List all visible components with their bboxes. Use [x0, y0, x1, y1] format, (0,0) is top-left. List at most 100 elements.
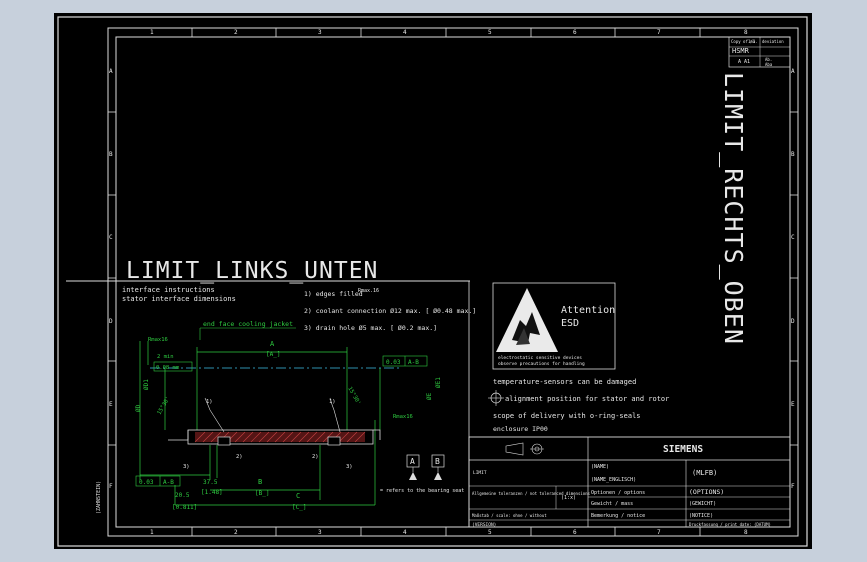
dim-148: [1.48] [201, 489, 223, 496]
dim-phi-E: ØE [426, 392, 433, 400]
col-label: 6 [573, 529, 577, 536]
row-label: A [109, 68, 113, 75]
col-label: 1 [150, 29, 154, 36]
dim-tol-008: 0.08 mm [156, 365, 180, 371]
dim-A: A [270, 340, 275, 348]
temperature-sensors-note: temperature-sensors can be damaged [493, 378, 636, 386]
limit-links-unten-label: LIMIT_LINKS_UNTEN [126, 258, 378, 284]
col-label: 5 [488, 29, 492, 36]
note-3: 3) drain hole Ø5 max. [ Ø0.2 max.] [304, 324, 437, 332]
tb-weight-label: Gewicht / mass [591, 501, 633, 507]
rev-cell: A A1 [738, 59, 750, 65]
cad-viewport[interactable]: 1 2 3 4 5 6 7 8 1 2 3 4 5 6 7 8 A B C D … [54, 13, 812, 549]
note-1-dim: Rmax.16 [358, 288, 379, 294]
row-label: D [109, 318, 113, 325]
limit-rechts-oben-label: LIMIT_RECHTS_OBEN [719, 72, 748, 345]
dim-B: B [258, 478, 262, 486]
col-label: 8 [744, 529, 748, 536]
col-label: 5 [488, 529, 492, 536]
tb-options-label: Optionen / options [591, 490, 645, 496]
dim-2min: 2 min [157, 354, 174, 360]
row-label: C [791, 234, 795, 241]
dim-angle-right: 15°30' [346, 386, 361, 406]
row-label: E [791, 401, 795, 408]
col-label: 3 [318, 29, 322, 36]
row-label: D [791, 318, 795, 325]
dim-note-3-left: 3) [183, 464, 190, 470]
row-label: B [791, 151, 795, 158]
col-label: 7 [657, 529, 661, 536]
dim-note-3-right: 3) [346, 464, 353, 470]
alignment-icon [488, 390, 504, 406]
datum-symbols: A B = refers to the bearing seat [380, 454, 464, 494]
rev-cell: HSMR [732, 47, 750, 55]
siemens-logo: SIEMENS [663, 444, 703, 455]
alignment-note: alignment position for stator and rotor [505, 395, 669, 403]
esd-small-1: electrostatic sensitive devices [498, 355, 582, 361]
row-label: B [109, 151, 113, 158]
row-label: F [791, 483, 795, 490]
cooling-jacket-section [168, 397, 381, 446]
dim-phi-D: ØD [135, 404, 142, 412]
stator-interface-dimensions: stator interface dimensions [122, 295, 236, 303]
interface-instructions: interface instructions [122, 286, 215, 294]
right-row-labels: A B C D E F [791, 68, 795, 490]
dim-375: 37.5 [203, 479, 218, 486]
left-margin-label: (ZAHNSTEIN) [96, 481, 102, 514]
col-label: 1 [150, 529, 154, 536]
dim-note-1-right: 1) [329, 399, 336, 405]
note-1: 1) edges filled [304, 290, 363, 298]
tb-weight: (GEWICHT) [689, 501, 716, 507]
dim-205: 20.5 [175, 492, 190, 499]
dim-angle-left: 15°30' [157, 396, 172, 416]
title-block: SIEMENS LIMIT (NAME) (NAME_ENGLISCH) (ML… [468, 436, 791, 528]
dim-ref-AB: A-B [408, 359, 419, 366]
tb-limit: LIMIT [473, 470, 487, 476]
dim-C-bracket: [C_] [292, 504, 306, 511]
dim-note-2-right: 2) [312, 454, 319, 460]
rev-cell: deviation [762, 39, 784, 44]
tb-print-date: Druckfassung / print date: (DATUM) [689, 522, 771, 527]
dim-phi-D1: ØD1 [143, 379, 150, 390]
dim-rmax16-top: Rmax16 [148, 337, 168, 343]
dim-rmax16-right: Rmax16 [393, 414, 413, 420]
tb-remarks: (NOTICE) [689, 513, 713, 519]
row-label: A [791, 68, 795, 75]
bottom-column-labels: 1 2 3 4 5 6 7 8 [150, 529, 748, 536]
row-label: E [109, 401, 113, 408]
scope-note: scope of delivery with o-ring-seals [493, 412, 641, 420]
datum-A: A [410, 457, 415, 466]
tb-remarks-label: Bemerkung / notice [591, 513, 645, 519]
col-label: 2 [234, 29, 238, 36]
tb-version: (VERSION) [472, 522, 496, 528]
rev-cell: Aba [765, 62, 773, 67]
tb-mlfb: (MLFB) [692, 469, 717, 477]
tb-iso-ref: (1:x) [561, 495, 576, 501]
drawing-canvas: 1 2 3 4 5 6 7 8 1 2 3 4 5 6 7 8 A B C D … [57, 16, 808, 547]
tb-scale: Maßstab / scale: ohne / without [472, 513, 547, 518]
dim-tol-003: 0.03 [386, 359, 401, 366]
row-label: C [109, 234, 113, 241]
refers-bearing-seat: = refers to the bearing seat [380, 488, 464, 494]
dim-0811: [0.811] [172, 504, 197, 511]
esd-small-2: observe precautions for handling [498, 361, 585, 367]
tb-name: (NAME) [591, 464, 609, 470]
dim-ref-AB-bottom: A-B [163, 479, 174, 486]
tb-options: (OPTIONS) [689, 488, 724, 496]
dim-tol-003-bottom: 0.03 [139, 479, 154, 486]
tb-name-english: (NAME_ENGLISCH) [591, 477, 636, 483]
dim-C: C [296, 492, 300, 500]
dim-phi-E1: ØE1 [435, 377, 442, 388]
col-label: 4 [403, 29, 407, 36]
esd-label: ESD [561, 318, 579, 329]
note-2: 2) coolant connection Ø12 max. [ Ø0.48 m… [304, 307, 476, 315]
col-label: 6 [573, 29, 577, 36]
end-face-cooling-jacket: end face cooling jacket [203, 320, 293, 328]
left-row-labels: A B C D E F [109, 68, 113, 490]
dim-note-2-left: 2) [236, 454, 243, 460]
enclosure-note: enclosure IP00 [493, 425, 548, 433]
dim-A-bracket: [A_] [266, 351, 280, 358]
col-label: 3 [318, 529, 322, 536]
col-label: 4 [403, 529, 407, 536]
projection-cone-icon [505, 442, 524, 456]
